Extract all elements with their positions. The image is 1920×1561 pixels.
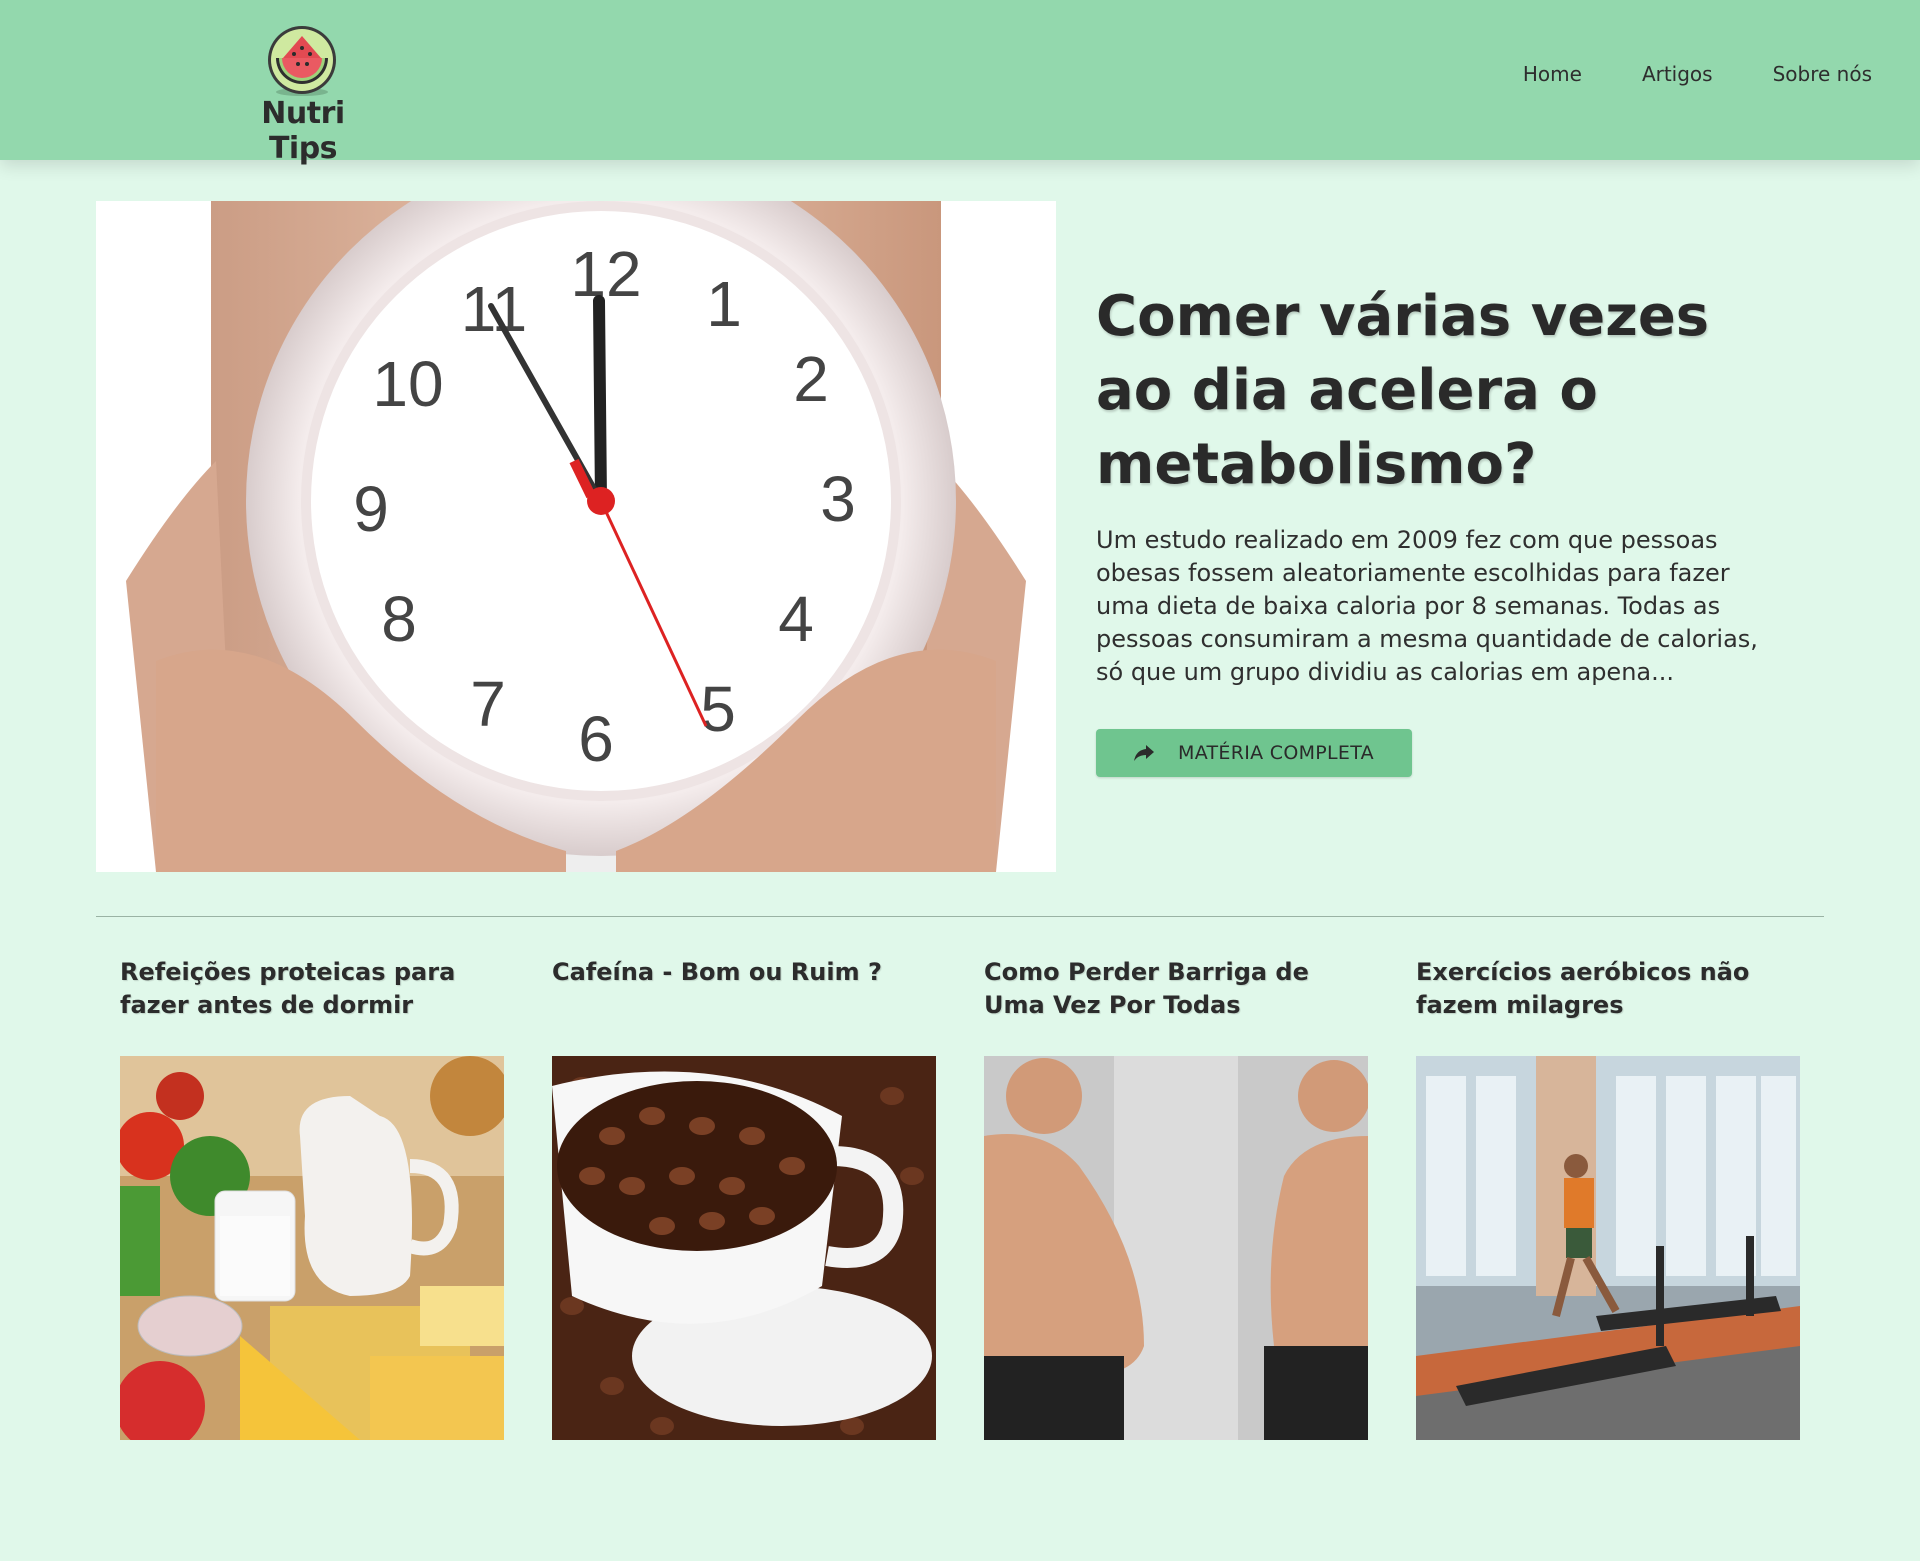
article-card[interactable]: Exercícios aeróbicos não fazem milagres [1416,956,1800,1440]
svg-text:7: 7 [470,668,506,740]
article-image-coffee[interactable] [552,1056,936,1440]
article-card[interactable]: Cafeína - Bom ou Ruim ? [552,956,936,1440]
clock-belly-image: 12 1 2 3 4 5 6 7 8 9 10 11 [96,201,1056,872]
article-title[interactable]: Exercícios aeróbicos não fazem milagres [1416,956,1800,1056]
section-divider [96,916,1824,917]
brand-name: Nutri Tips [261,96,345,166]
nav-sobre-nos[interactable]: Sobre nós [1773,62,1872,86]
main-nav: Home Artigos Sobre nós [1523,62,1872,86]
hero-image[interactable]: 12 1 2 3 4 5 6 7 8 9 10 11 [96,201,1056,872]
nav-home[interactable]: Home [1523,62,1582,86]
hero-title[interactable]: Comer várias vezes ao dia acelera o meta… [1096,280,1796,502]
svg-text:2: 2 [793,343,829,415]
nav-artigos[interactable]: Artigos [1642,62,1713,86]
treadmill-gym-image [1416,1056,1800,1440]
coffee-image [552,1056,936,1440]
svg-text:8: 8 [381,583,417,655]
svg-text:3: 3 [820,463,856,535]
article-title[interactable]: Refeições proteicas para fazer antes de … [120,956,504,1056]
article-image-gym[interactable] [1416,1056,1800,1440]
svg-text:6: 6 [578,703,614,775]
read-more-label: MATÉRIA COMPLETA [1178,742,1374,764]
article-image-belly[interactable] [984,1056,1368,1440]
article-card[interactable]: Refeições proteicas para fazer antes de … [120,956,504,1440]
svg-text:12: 12 [570,238,641,310]
before-after-image [984,1056,1368,1440]
site-header: Nutri Tips Home Artigos Sobre nós [0,0,1920,166]
article-grid: Refeições proteicas para fazer antes de … [120,956,1800,1440]
share-arrow-icon [1134,745,1154,761]
hero-excerpt: Um estudo realizado em 2009 fez com que … [1096,526,1758,686]
watermelon-icon [268,26,336,96]
article-image-food[interactable] [120,1056,504,1440]
article-card[interactable]: Como Perder Barriga de Uma Vez Por Todas [984,956,1368,1440]
svg-text:5: 5 [700,673,736,745]
svg-text:9: 9 [353,473,389,545]
logo[interactable]: Nutri Tips [228,18,378,166]
read-more-button[interactable]: MATÉRIA COMPLETA [1096,729,1412,777]
hero-text: Comer várias vezes ao dia acelera o meta… [1096,280,1796,777]
article-title[interactable]: Como Perder Barriga de Uma Vez Por Todas [984,956,1368,1056]
svg-text:4: 4 [778,583,814,655]
svg-text:1: 1 [706,268,742,340]
protein-food-image [120,1056,504,1440]
article-title[interactable]: Cafeína - Bom ou Ruim ? [552,956,936,1056]
svg-text:10: 10 [372,348,443,420]
